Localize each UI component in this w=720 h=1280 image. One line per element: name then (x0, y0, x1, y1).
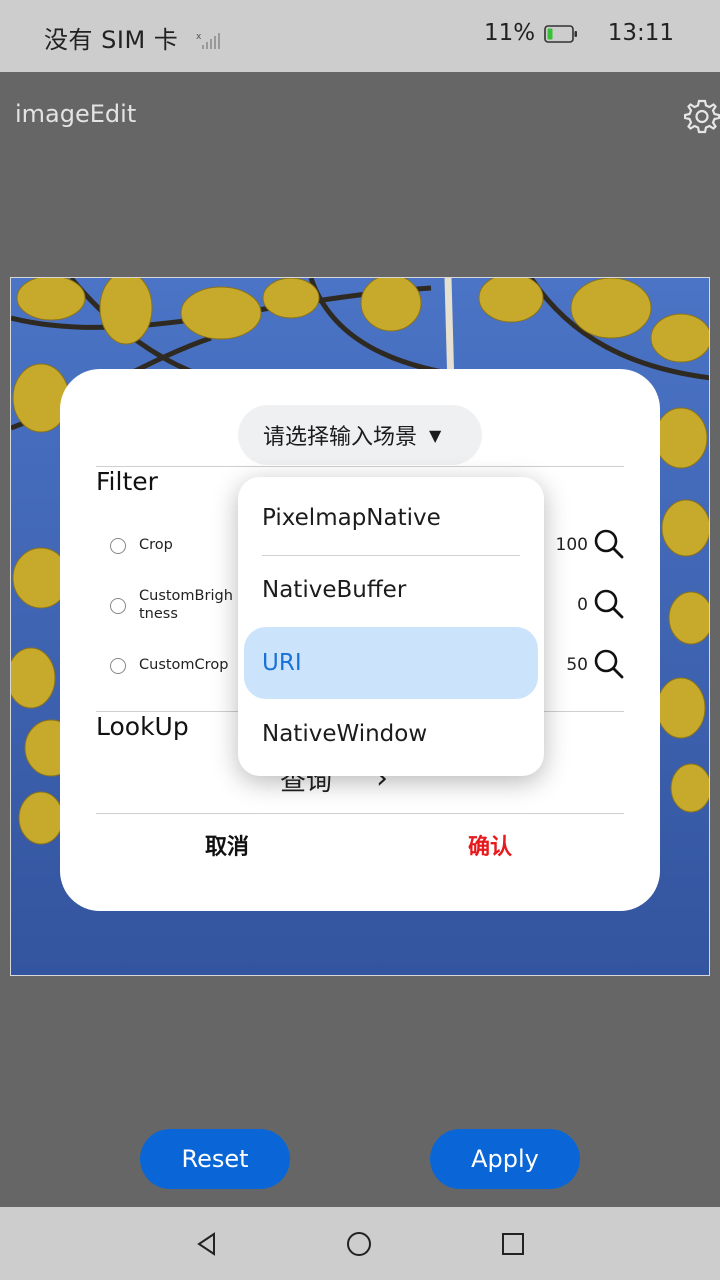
filter-label: CustomBrightness (139, 588, 233, 622)
gear-icon[interactable] (684, 98, 720, 134)
caret-down-icon: ▼ (429, 425, 442, 445)
recents-icon[interactable] (500, 1231, 526, 1257)
status-bar: 没有 SIM 卡 x 11% 13:11 (0, 0, 720, 72)
clock: 13:11 (607, 20, 674, 46)
carrier-text: 没有 SIM 卡 (44, 26, 179, 54)
search-icon[interactable] (594, 529, 624, 559)
divider (96, 466, 624, 467)
home-icon[interactable] (346, 1231, 372, 1257)
back-icon[interactable] (194, 1231, 220, 1257)
menu-item-pixelmap-native[interactable]: PixelmapNative (244, 482, 538, 554)
divider (96, 813, 624, 814)
apply-button[interactable]: Apply (430, 1129, 580, 1189)
filter-value: 100 (555, 535, 588, 555)
carrier-status: 没有 SIM 卡 x (44, 20, 222, 55)
search-icon[interactable] (594, 649, 624, 679)
radio-button[interactable] (110, 658, 126, 674)
scene-dropdown[interactable]: 请选择输入场景 ▼ (238, 405, 482, 465)
scene-dropdown-label: 请选择输入场景 (263, 425, 418, 450)
signal-icon: x (196, 32, 221, 49)
filter-label: Crop (139, 537, 173, 553)
filter-value: 50 (566, 655, 588, 675)
system-nav-bar (0, 1207, 720, 1280)
svg-text:x: x (196, 32, 202, 42)
confirm-button[interactable]: 确认 (468, 829, 512, 861)
filter-label: CustomCrop (139, 657, 229, 673)
battery-icon (544, 24, 578, 43)
scene-dropdown-menu: PixelmapNative NativeBuffer URI NativeWi… (238, 477, 544, 776)
cancel-button[interactable]: 取消 (205, 829, 249, 861)
filter-title: Filter (96, 467, 158, 496)
search-icon[interactable] (594, 589, 624, 619)
menu-item-native-window[interactable]: NativeWindow (244, 698, 538, 770)
menu-item-native-buffer[interactable]: NativeBuffer (244, 554, 538, 626)
menu-item-uri[interactable]: URI (244, 627, 538, 699)
filter-value: 0 (577, 595, 588, 615)
lookup-title: LookUp (96, 712, 189, 741)
radio-button[interactable] (110, 538, 126, 554)
battery-percent: 11% (483, 20, 536, 46)
page-title: imageEdit (15, 100, 137, 128)
status-right: 11% 13:11 (484, 20, 674, 46)
radio-button[interactable] (110, 598, 126, 614)
reset-button[interactable]: Reset (140, 1129, 290, 1189)
